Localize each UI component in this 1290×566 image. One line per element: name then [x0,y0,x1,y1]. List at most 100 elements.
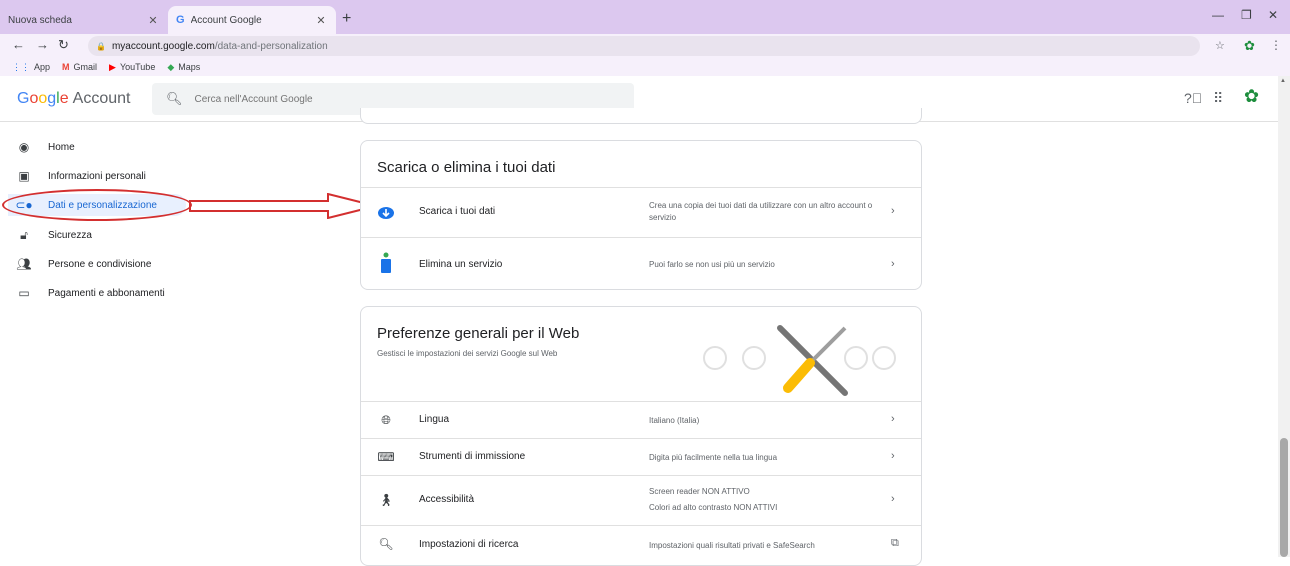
sidebar-item-label: Informazioni personali [48,170,146,182]
chevron-right-icon: › [891,450,895,462]
row-search-settings[interactable]: 🔍︎ Impostazioni di ricerca Impostazioni … [361,525,921,565]
google-account-logo[interactable]: Google Account [17,90,130,108]
bookmark-label: Gmail [73,62,98,72]
new-tab-icon[interactable]: + [342,10,351,28]
account-label: Account [72,90,131,107]
tools-illustration [703,325,896,396]
row-label: Scarica i tuoi dati [419,206,496,217]
row-label: Accessibilità [419,494,475,505]
sidebar-item-label: Pagamenti e abbonamenti [48,287,165,299]
maps-icon: ◆ [167,61,175,72]
sidebar-item-people-sharing[interactable]: 👥︎ Persone e condivisione [14,253,151,275]
chevron-right-icon: › [891,413,895,425]
row-description-line1: Screen reader NON ATTIVO [649,487,750,496]
scroll-up-icon[interactable]: ▲ [1280,78,1286,84]
id-card-icon: ▣ [18,169,30,183]
people-icon: 👥︎ [16,257,32,271]
row-delete-service[interactable]: Elimina un servizio Puoi farlo se non us… [361,237,921,289]
url-host: myaccount.google.com [111,40,215,52]
google-favicon-icon: G [176,14,185,26]
card-subtitle: Gestisci le impostazioni dei servizi Goo… [377,349,558,358]
bookmark-label: App [34,62,51,72]
row-description-line2: Colori ad alto contrasto NON ATTIVI [649,503,778,512]
url-path: /data-and-personalization [214,40,328,52]
card-title: Scarica o elimina i tuoi dati [377,159,556,176]
row-description: Italiano (Italia) [649,416,700,425]
apps-grid-icon: ⋮⋮ [12,61,30,72]
annotation-arrow [189,193,377,219]
google-wordmark: Google [17,90,69,107]
row-download-data[interactable]: Scarica i tuoi dati Crea una copia dei t… [361,187,921,237]
accessibility-icon: 🚶︎ [378,493,394,507]
extension-puzzle-icon[interactable]: ✿ [1244,38,1255,54]
trash-bin-icon [377,252,395,277]
back-arrow-icon[interactable]: ← [12,37,25,52]
chevron-right-icon: › [891,258,895,270]
close-tab-icon[interactable]: ✕ [146,14,160,27]
bookmark-maps[interactable]: ◆ Maps [167,62,200,73]
bookmark-label: Maps [178,62,201,72]
search-icon: 🔍︎ [166,91,183,106]
forward-arrow-icon[interactable]: → [36,37,49,52]
row-description: Impostazioni quali risultati privati e S… [649,541,815,550]
cloud-download-icon [377,205,395,222]
close-tab-icon[interactable]: ✕ [314,14,328,27]
tab-title: Account Google [190,14,262,26]
row-label: Lingua [419,414,450,425]
tab-nuova-scheda[interactable]: Nuova scheda ✕ [0,6,168,34]
sidebar-item-personal-info[interactable]: ▣ Informazioni personali [14,165,146,187]
menu-kebab-icon[interactable]: ⋮ [1270,38,1282,52]
row-input-tools[interactable]: ⌨ Strumenti di immissione Digita più fac… [361,438,921,475]
sidebar-item-label: Persone e condivisione [48,258,152,270]
address-bar[interactable]: 🔒 myaccount.google.com/data-and-personal… [88,36,1200,56]
bookmark-label: YouTube [119,62,156,72]
sidebar-item-label: Sicurezza [48,229,92,241]
browser-tab-strip: Nuova scheda ✕ G Account Google ✕ + — ❐ … [0,0,1290,34]
download-delete-card: Scarica o elimina i tuoi dati Scarica i … [360,140,922,290]
browser-toolbar: ← → ↻ 🔒 myaccount.google.com/data-and-pe… [0,34,1290,58]
row-language[interactable]: 🌐︎ Lingua Italiano (Italia) › [361,401,921,438]
tab-title: Nuova scheda [8,14,72,26]
account-search-input[interactable] [194,93,595,105]
account-circle-icon: ◉ [18,140,30,154]
row-description: Crea una copia dei tuoi dati da utilizza… [649,201,873,222]
reload-icon[interactable]: ↻ [58,37,69,53]
chevron-right-icon: › [891,493,895,505]
bookmark-star-icon[interactable]: ☆ [1215,39,1225,52]
row-accessibility[interactable]: 🚶︎ Accessibilità Screen reader NON ATTIV… [361,475,921,525]
youtube-icon: ▶ [109,61,116,72]
restore-icon[interactable]: ❐ [1241,8,1252,22]
globe-icon: 🌐︎ [381,413,391,427]
lock-icon: 🔓︎ [20,227,28,242]
sidebar-item-label: Home [48,141,75,153]
sidebar-item-payments[interactable]: ▭ Pagamenti e abbonamenti [14,282,165,304]
row-description: Puoi farlo se non usi più un servizio [649,260,775,269]
bookmark-app[interactable]: ⋮⋮ App [12,62,50,73]
chevron-right-icon: › [891,205,895,217]
bookmark-gmail[interactable]: M Gmail [62,62,97,72]
row-label: Impostazioni di ricerca [419,539,519,550]
avatar[interactable]: ✿ [1244,86,1259,107]
scrollbar-thumb[interactable] [1280,438,1288,557]
apps-grid-icon[interactable]: ⠿ [1213,90,1223,107]
annotation-ellipse [2,189,192,221]
row-label: Elimina un servizio [419,259,503,270]
sidebar-item-home[interactable]: ◉ Home [14,136,75,158]
page-scrollbar[interactable]: ▲ [1278,76,1290,557]
lock-icon: 🔒 [96,41,106,51]
bookmark-youtube[interactable]: ▶ YouTube [109,62,155,73]
gmail-icon: M [62,62,70,72]
close-window-icon[interactable]: ✕ [1268,8,1278,22]
keyboard-icon: ⌨ [377,450,395,464]
credit-card-icon: ▭ [18,286,30,300]
previous-card-edge [360,108,922,124]
row-description: Digita più facilmente nella tua lingua [649,453,778,462]
minimize-icon[interactable]: — [1212,8,1224,22]
tab-account-google[interactable]: G Account Google ✕ [168,6,336,34]
help-icon[interactable]: ?⃝ [1184,90,1202,106]
bookmarks-bar: ⋮⋮ App M Gmail ▶ YouTube ◆ Maps [0,58,1290,76]
search-icon: 🔍︎ [378,537,394,551]
card-title: Preferenze generali per il Web [377,325,580,342]
sidebar-item-security[interactable]: 🔓︎ Sicurezza [14,224,92,246]
open-external-icon: ⧉ [891,537,899,549]
